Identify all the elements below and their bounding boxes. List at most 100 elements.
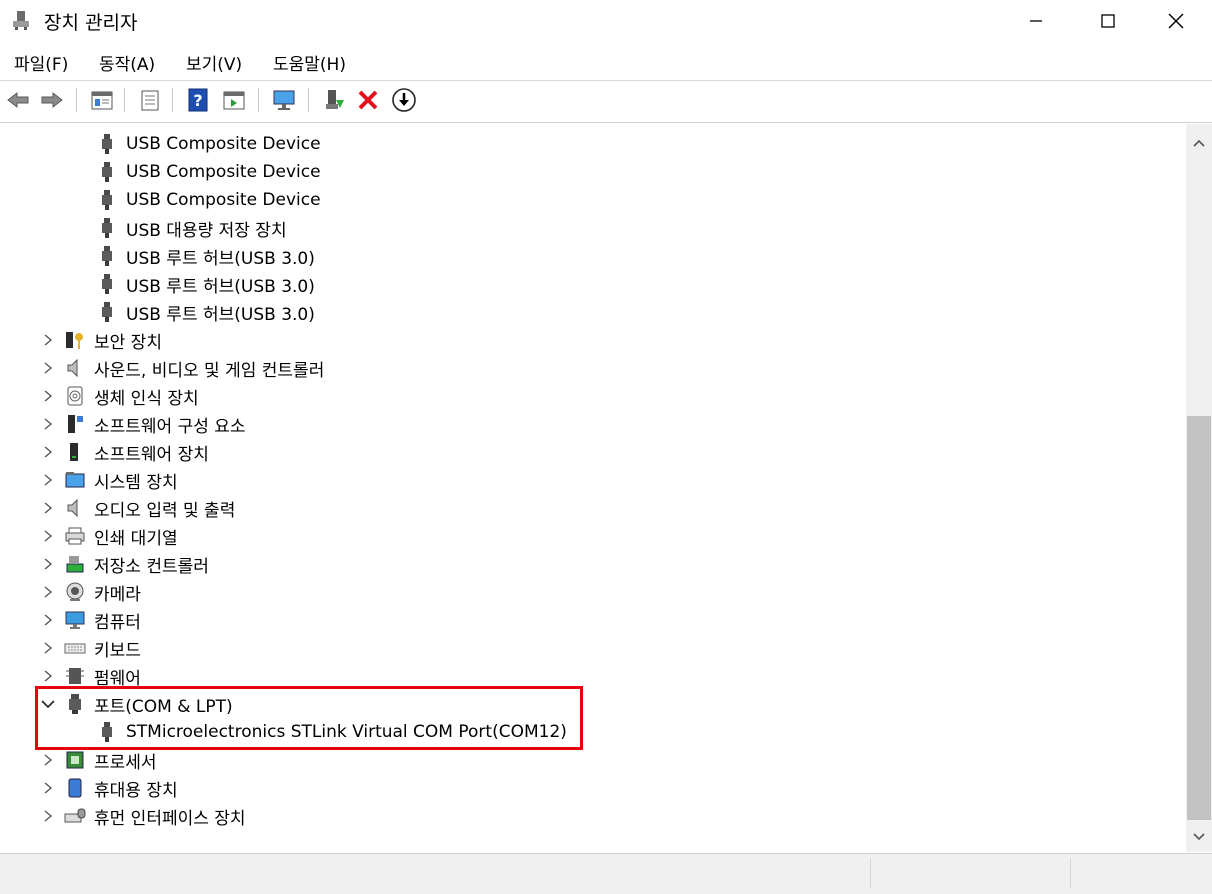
title-bar: 장치 관리자 bbox=[0, 0, 1212, 42]
software-component-icon bbox=[64, 413, 86, 435]
tree-category[interactable]: 보안 장치 bbox=[0, 326, 1180, 354]
maximize-button[interactable] bbox=[1072, 0, 1144, 42]
scan-hardware-button[interactable] bbox=[270, 86, 298, 114]
window-title: 장치 관리자 bbox=[44, 12, 138, 34]
tree-item-usb-device[interactable]: USB 대용량 저장 장치 bbox=[0, 214, 1180, 242]
chevron-right-icon[interactable] bbox=[40, 416, 56, 432]
menu-help[interactable]: 도움말(H) bbox=[271, 50, 348, 75]
chevron-right-icon[interactable] bbox=[40, 584, 56, 600]
tree-item-usb-device[interactable]: USB Composite Device bbox=[0, 130, 1180, 158]
tree-item-label: 소프트웨어 구성 요소 bbox=[94, 416, 246, 437]
chevron-right-icon[interactable] bbox=[40, 612, 56, 628]
scrollbar-thumb[interactable] bbox=[1187, 416, 1211, 820]
tree-item-label: 보안 장치 bbox=[94, 332, 162, 353]
toolbar-separator bbox=[258, 88, 259, 112]
tree-item-label: 카메라 bbox=[94, 584, 141, 605]
action-pane-button[interactable] bbox=[220, 86, 248, 114]
tree-category[interactable]: 저장소 컨트롤러 bbox=[0, 550, 1180, 578]
chevron-right-icon[interactable] bbox=[40, 528, 56, 544]
tree-item-label: 펌웨어 bbox=[94, 668, 141, 689]
scroll-down-button[interactable] bbox=[1186, 824, 1212, 850]
forward-icon bbox=[41, 91, 63, 109]
tree-category[interactable]: 휴대용 장치 bbox=[0, 774, 1180, 802]
update-driver-button[interactable] bbox=[390, 86, 418, 114]
minimize-icon bbox=[1030, 20, 1042, 22]
tree-item-label: 프로세서 bbox=[94, 752, 157, 773]
tree-item-usb-device[interactable]: USB Composite Device bbox=[0, 186, 1180, 214]
usb-plug-icon bbox=[96, 217, 118, 239]
tree-category[interactable]: 카메라 bbox=[0, 578, 1180, 606]
back-button[interactable] bbox=[4, 86, 32, 114]
tree-category[interactable]: 사운드, 비디오 및 게임 컨트롤러 bbox=[0, 354, 1180, 382]
tree-item-label: USB Composite Device bbox=[126, 162, 321, 182]
minimize-button[interactable] bbox=[1000, 0, 1072, 42]
tree-category[interactable]: 시스템 장치 bbox=[0, 466, 1180, 494]
keyboard-icon bbox=[64, 637, 86, 659]
chevron-right-icon[interactable] bbox=[40, 780, 56, 796]
properties-button[interactable] bbox=[136, 86, 164, 114]
chevron-right-icon[interactable] bbox=[40, 668, 56, 684]
chevron-right-icon[interactable] bbox=[40, 472, 56, 488]
menu-file[interactable]: 파일(F) bbox=[12, 50, 70, 75]
status-bar bbox=[0, 853, 1212, 894]
tree-category[interactable]: 생체 인식 장치 bbox=[0, 382, 1180, 410]
security-key-icon bbox=[64, 329, 86, 351]
tree-category[interactable]: 휴먼 인터페이스 장치 bbox=[0, 802, 1180, 830]
monitor-icon bbox=[64, 609, 86, 631]
tree-item-label: 저장소 컨트롤러 bbox=[94, 556, 209, 577]
enable-device-icon bbox=[326, 90, 344, 109]
forward-button[interactable] bbox=[38, 86, 66, 114]
back-icon bbox=[7, 91, 29, 109]
speaker-icon bbox=[64, 357, 86, 379]
fingerprint-icon bbox=[64, 385, 86, 407]
tree-category[interactable]: 컴퓨터 bbox=[0, 606, 1180, 634]
usb-plug-icon bbox=[96, 161, 118, 183]
list-view-icon bbox=[141, 90, 159, 111]
tree-item-label: USB 루트 허브(USB 3.0) bbox=[126, 276, 315, 297]
tree-item-label: USB 루트 허브(USB 3.0) bbox=[126, 304, 315, 325]
svg-text:?: ? bbox=[193, 91, 202, 110]
enable-device-button[interactable] bbox=[320, 86, 348, 114]
console-tree-button[interactable] bbox=[88, 86, 116, 114]
menu-view[interactable]: 보기(V) bbox=[184, 50, 244, 75]
tree-item-usb-device[interactable]: USB 루트 허브(USB 3.0) bbox=[0, 298, 1180, 326]
chevron-right-icon[interactable] bbox=[40, 444, 56, 460]
tree-item-label: 휴먼 인터페이스 장치 bbox=[94, 808, 246, 829]
tree-category[interactable]: 오디오 입력 및 출력 bbox=[0, 494, 1180, 522]
chevron-right-icon[interactable] bbox=[40, 500, 56, 516]
tree-item-label: USB 루트 허브(USB 3.0) bbox=[126, 248, 315, 269]
chevron-right-icon[interactable] bbox=[40, 332, 56, 348]
tree-category[interactable]: 인쇄 대기열 bbox=[0, 522, 1180, 550]
help-button[interactable]: ? bbox=[184, 86, 212, 114]
camera-icon bbox=[64, 581, 86, 603]
tree-item-usb-device[interactable]: USB 루트 허브(USB 3.0) bbox=[0, 270, 1180, 298]
toolbar-separator bbox=[172, 88, 173, 112]
uninstall-device-button[interactable] bbox=[354, 86, 382, 114]
tree-category[interactable]: 프로세서 bbox=[0, 746, 1180, 774]
chevron-right-icon[interactable] bbox=[40, 752, 56, 768]
chevron-right-icon[interactable] bbox=[40, 388, 56, 404]
highlight-box bbox=[35, 686, 583, 750]
toolbar-divider bbox=[0, 80, 1212, 81]
tree-item-label: 생체 인식 장치 bbox=[94, 388, 199, 409]
tree-item-label: 사운드, 비디오 및 게임 컨트롤러 bbox=[94, 360, 325, 381]
tree-item-usb-device[interactable]: USB 루트 허브(USB 3.0) bbox=[0, 242, 1180, 270]
status-segment bbox=[870, 858, 1071, 888]
software-device-icon bbox=[64, 441, 86, 463]
chevron-right-icon[interactable] bbox=[40, 360, 56, 376]
menu-action[interactable]: 동작(A) bbox=[97, 50, 157, 75]
tree-item-label: USB 대용량 저장 장치 bbox=[126, 220, 287, 241]
chevron-right-icon[interactable] bbox=[40, 808, 56, 824]
tree-category[interactable]: 키보드 bbox=[0, 634, 1180, 662]
close-button[interactable] bbox=[1140, 0, 1212, 42]
chevron-right-icon[interactable] bbox=[40, 556, 56, 572]
chevron-right-icon[interactable] bbox=[40, 640, 56, 656]
toolbar-separator bbox=[76, 88, 77, 112]
vertical-scrollbar[interactable] bbox=[1186, 124, 1212, 852]
usb-plug-icon bbox=[96, 189, 118, 211]
system-folder-icon bbox=[64, 469, 86, 491]
scroll-up-button[interactable] bbox=[1186, 130, 1212, 156]
tree-category[interactable]: 소프트웨어 구성 요소 bbox=[0, 410, 1180, 438]
tree-item-usb-device[interactable]: USB Composite Device bbox=[0, 158, 1180, 186]
tree-category[interactable]: 소프트웨어 장치 bbox=[0, 438, 1180, 466]
